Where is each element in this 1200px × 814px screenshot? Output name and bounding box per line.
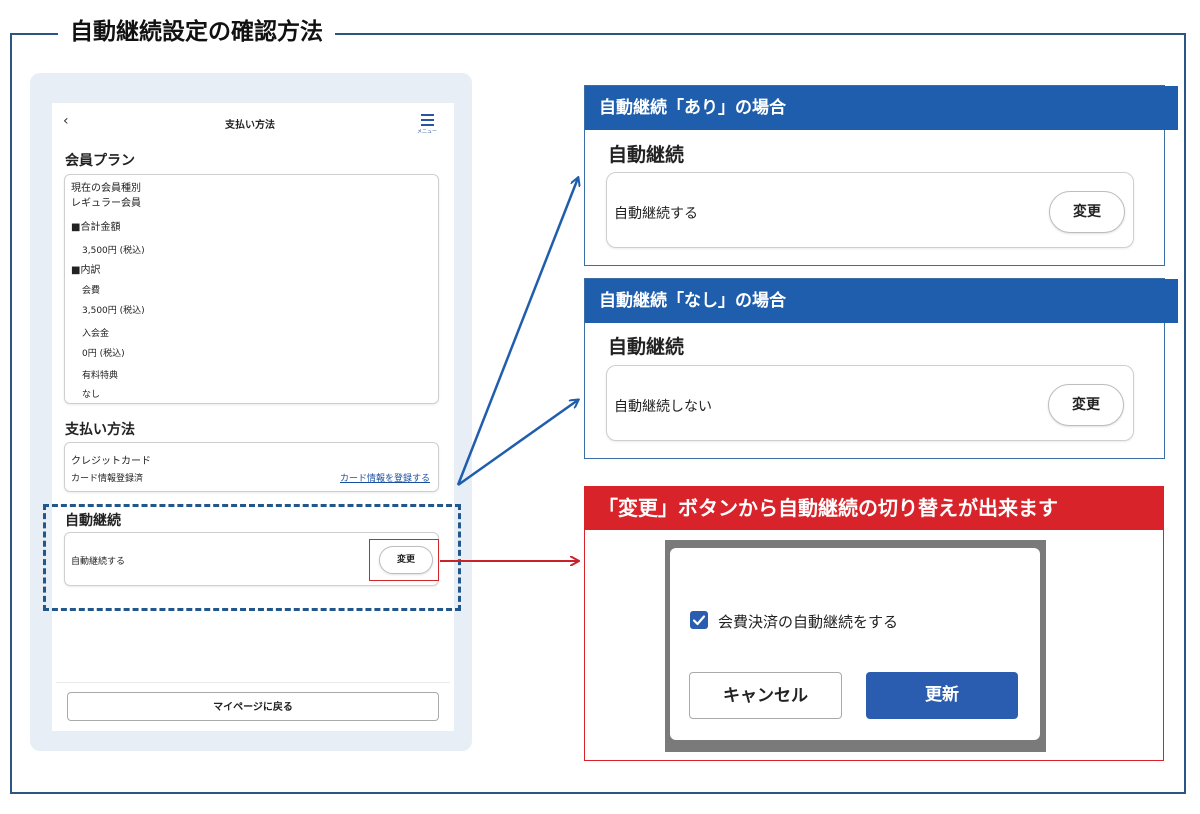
- panel-off-value: 自動継続しない: [614, 399, 712, 415]
- panel-on-header: 自動継続「あり」の場合: [585, 86, 1178, 130]
- panel-on-value: 自動継続する: [614, 206, 698, 222]
- panel-off-header: 自動継続「なし」の場合: [585, 279, 1178, 323]
- arrow-to-off-panel: [457, 400, 578, 487]
- auto-renew-checkbox-label: 会費決済の自動継続をする: [718, 613, 899, 631]
- arrow-to-on-panel: [456, 178, 578, 486]
- panel-change-header: 「変更」ボタンから自動継続の切り替えが出来ます: [584, 486, 1164, 530]
- auto-renew-checkbox[interactable]: [690, 611, 708, 629]
- panel-off-change-button[interactable]: 変更: [1048, 384, 1124, 426]
- panel-on-change-button[interactable]: 変更: [1049, 191, 1125, 233]
- checkmark-icon: [692, 615, 706, 626]
- panel-off-subheading: 自動継続: [608, 336, 685, 358]
- panel-on-subheading: 自動継続: [608, 144, 685, 166]
- cancel-button[interactable]: キャンセル: [689, 672, 842, 719]
- update-button[interactable]: 更新: [866, 672, 1018, 719]
